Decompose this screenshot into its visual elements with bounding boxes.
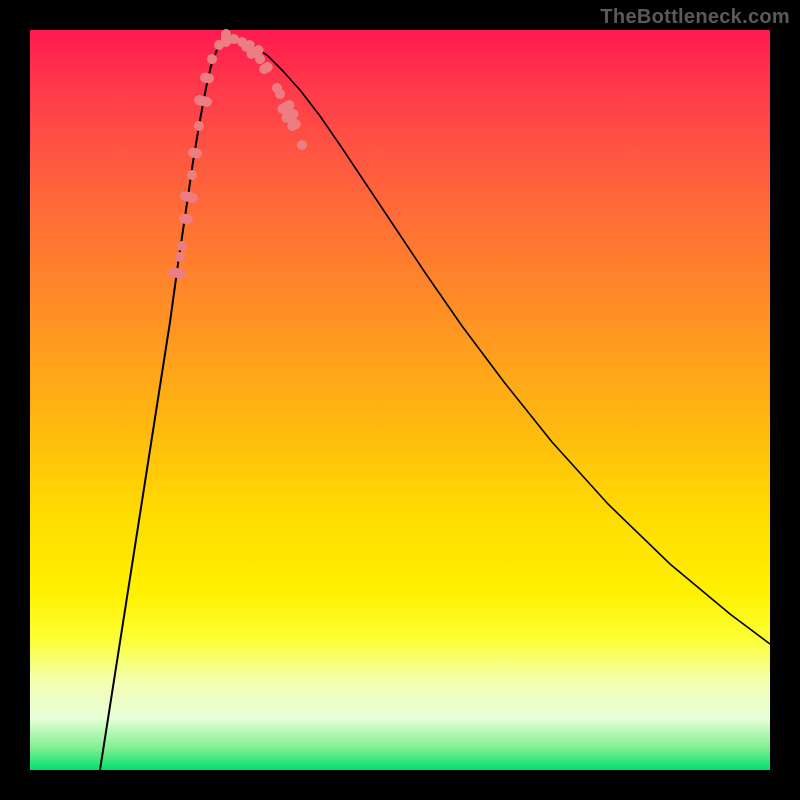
data-marker xyxy=(167,266,187,280)
data-marker xyxy=(174,251,186,263)
data-marker xyxy=(193,94,213,108)
data-marker xyxy=(179,190,199,204)
curve-right-branch xyxy=(226,38,770,644)
data-marker xyxy=(206,53,218,65)
data-marker xyxy=(178,213,194,226)
chart-frame: TheBottleneck.com xyxy=(0,0,800,800)
watermark-text: TheBottleneck.com xyxy=(600,6,790,29)
data-marker xyxy=(199,72,215,85)
data-marker xyxy=(193,120,205,132)
chart-plot xyxy=(30,30,770,770)
curve-left-branch xyxy=(100,38,226,770)
data-marker xyxy=(295,138,309,152)
data-marker xyxy=(186,169,198,181)
data-marker xyxy=(176,240,188,252)
data-marker xyxy=(187,147,203,160)
marker-cluster xyxy=(167,29,309,280)
